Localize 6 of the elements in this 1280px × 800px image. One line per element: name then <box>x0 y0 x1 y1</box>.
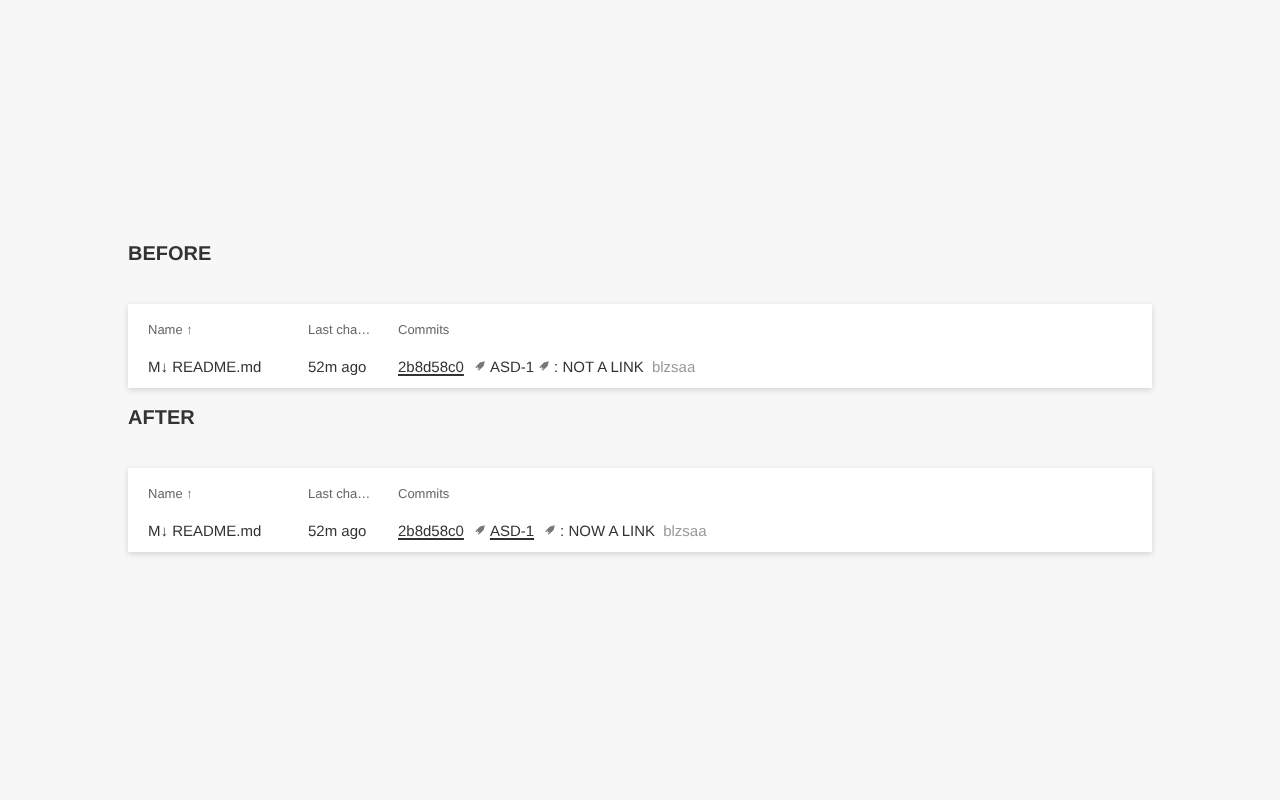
rocket-icon <box>544 524 557 536</box>
section-title: BEFORE <box>128 244 214 270</box>
rocket-icon <box>473 360 486 372</box>
rocket-icon <box>538 360 551 372</box>
rocket-icon <box>473 524 486 536</box>
section-title: AFTER <box>128 408 197 434</box>
